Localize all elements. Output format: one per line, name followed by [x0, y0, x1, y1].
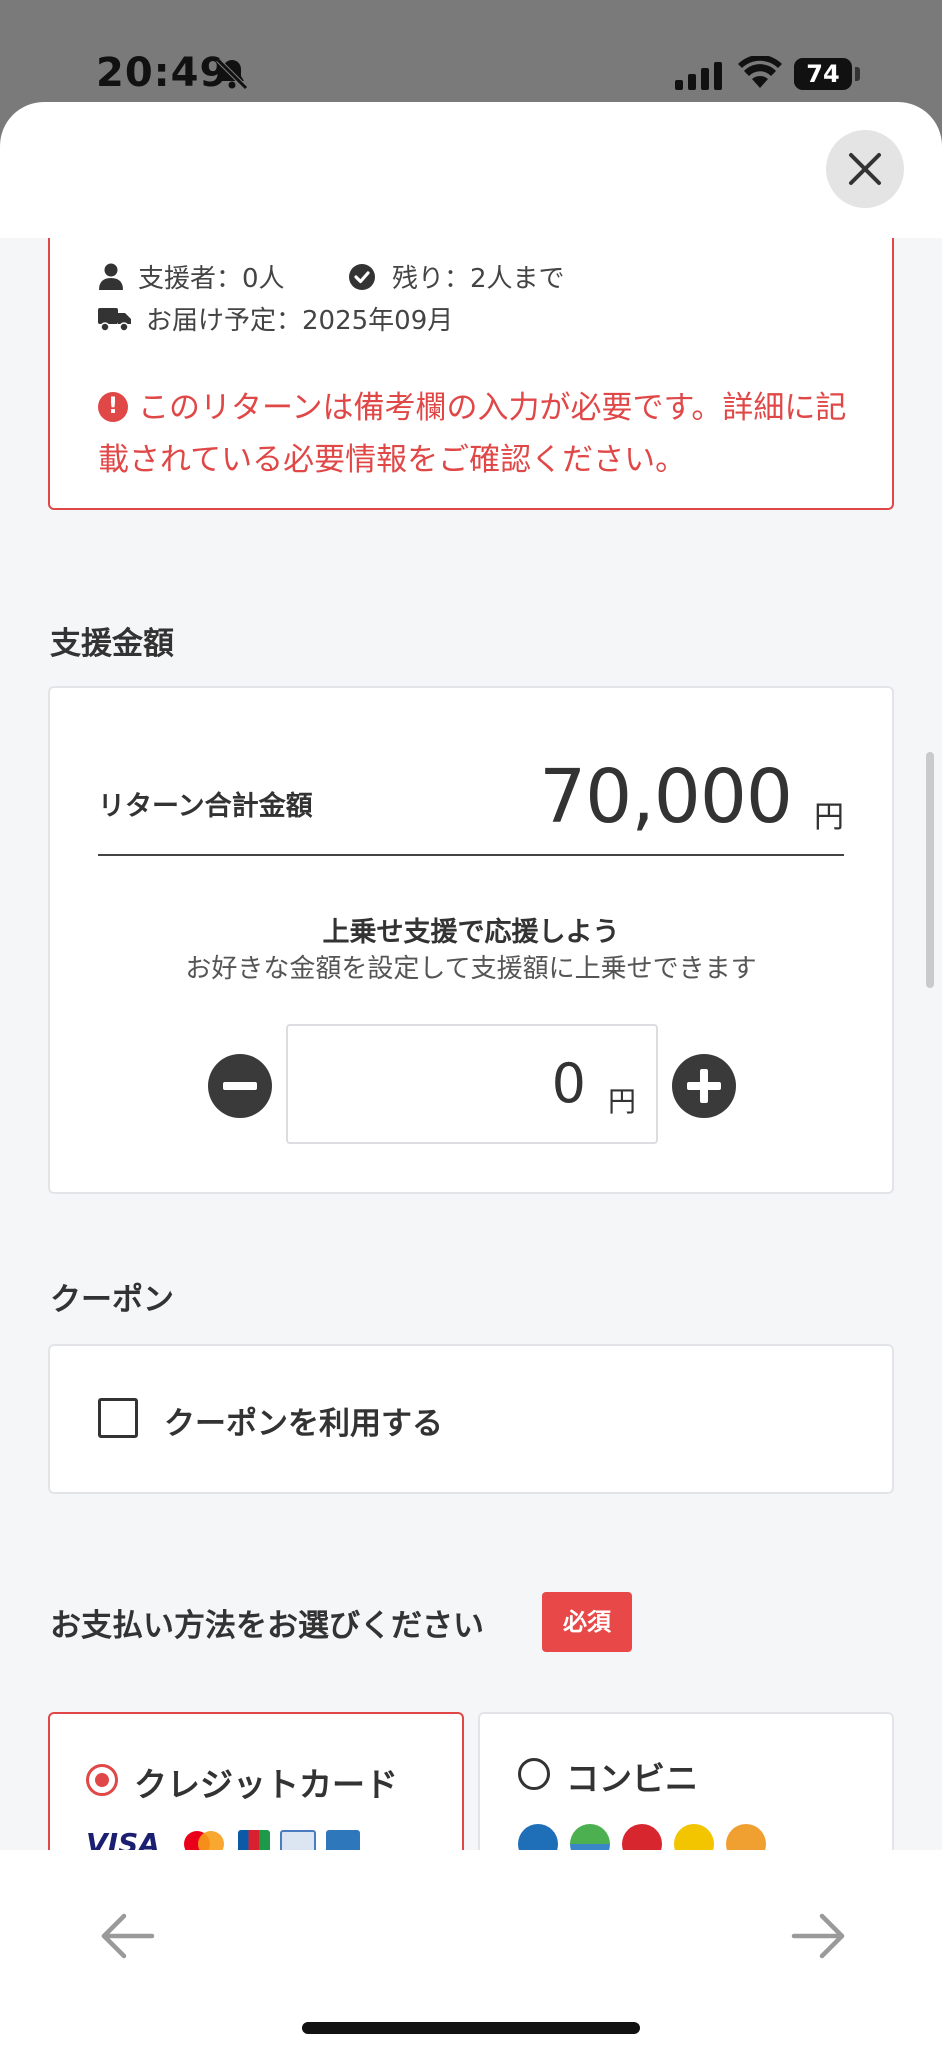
diners-logo	[280, 1830, 316, 1850]
payment-section-title: お支払い方法をお選びください	[50, 1608, 484, 1644]
close-icon	[849, 153, 881, 185]
status-bar: 20:49 74	[0, 0, 942, 102]
extra-support-title: 上乗せ支援で応援しよう	[322, 917, 620, 948]
scrollbar[interactable]	[926, 752, 934, 988]
store-logo-icon	[674, 1824, 714, 1850]
extra-amount-input[interactable]: 0 円	[286, 1024, 658, 1144]
payment-option-credit-card[interactable]: クレジットカード VISA	[48, 1712, 464, 1850]
minus-icon	[223, 1082, 257, 1090]
coupon-checkbox-label[interactable]: クーポンを利用する	[164, 1398, 443, 1443]
store-logo-icon	[622, 1824, 662, 1850]
supporters-row: 支援者：0人	[98, 258, 285, 295]
increase-button[interactable]	[672, 1054, 736, 1118]
store-logo-icon	[570, 1824, 610, 1850]
bell-muted-icon	[216, 58, 248, 90]
remaining-row: 残り：2人まで	[348, 258, 565, 295]
amex-logo	[326, 1830, 360, 1850]
warning-text: このリターンは備考欄の入力が必要です。詳細に記載されている必要情報をご確認くださ…	[98, 390, 847, 478]
extra-amount-value: 0	[551, 1052, 586, 1115]
reward-card: 支援者：0人 残り：2人まで お届け予定：2025年09月 ! このリターンは備考…	[48, 238, 894, 510]
jcb-logo	[238, 1830, 270, 1850]
battery-icon: 74	[794, 58, 852, 90]
alert-icon: !	[98, 391, 128, 422]
payment-option-label: クレジットカード	[134, 1765, 398, 1804]
coupon-section-title: クーポン	[50, 1282, 174, 1318]
radio-selected-icon[interactable]	[86, 1764, 118, 1796]
amount-section-title: 支援金額	[50, 626, 174, 662]
extra-support-subtitle: お好きな金額を設定して支援額に上乗せできます	[185, 954, 757, 984]
close-button[interactable]	[826, 130, 904, 208]
store-logo-icon	[518, 1824, 558, 1850]
extra-amount-currency: 円	[607, 1085, 636, 1118]
payment-option-convenience-store[interactable]: コンビニ	[478, 1712, 894, 1850]
battery-level: 74	[806, 60, 840, 88]
remaining-count: 残り：2人まで	[392, 264, 565, 294]
signal-icon	[675, 62, 722, 90]
amount-card: リターン合計金額 70,000 円 上乗せ支援で応援しよう お好きな金額を設定し…	[48, 686, 894, 1194]
coupon-card[interactable]: クーポンを利用する	[48, 1344, 894, 1494]
bottom-navigation	[0, 1850, 942, 2048]
modal-header	[0, 102, 942, 238]
total-label: リターン合計金額	[98, 791, 313, 822]
forward-arrow-icon[interactable]	[788, 1910, 848, 1962]
back-arrow-icon[interactable]	[98, 1910, 158, 1962]
delivery-row: お届け予定：2025年09月	[98, 300, 453, 337]
delivery-date: お届け予定：2025年09月	[146, 306, 454, 336]
status-time: 20:49	[96, 50, 229, 96]
store-logo-icon	[726, 1824, 766, 1850]
check-circle-icon	[349, 263, 375, 290]
wifi-icon	[738, 56, 782, 88]
radio-unselected-icon[interactable]	[518, 1758, 550, 1790]
mastercard-logo	[180, 1830, 228, 1850]
payment-option-label: コンビニ	[566, 1759, 698, 1798]
truck-icon	[98, 307, 131, 332]
total-currency: 円	[814, 800, 844, 835]
warning-message: ! このリターンは備考欄の入力が必要です。詳細に記載されている必要情報をご確認くだ…	[98, 382, 858, 486]
decrease-button[interactable]	[208, 1054, 272, 1118]
home-indicator	[302, 2022, 640, 2034]
modal-content[interactable]: 支援者：0人 残り：2人まで お届け予定：2025年09月 ! このリターンは備考…	[0, 238, 942, 1850]
total-amount: 70,000	[539, 754, 793, 840]
required-badge: 必須	[542, 1592, 632, 1652]
supporters-count: 支援者：0人	[138, 264, 285, 294]
person-icon	[99, 263, 123, 290]
divider	[98, 854, 844, 856]
coupon-checkbox[interactable]	[98, 1398, 138, 1438]
visa-logo: VISA	[86, 1827, 160, 1851]
